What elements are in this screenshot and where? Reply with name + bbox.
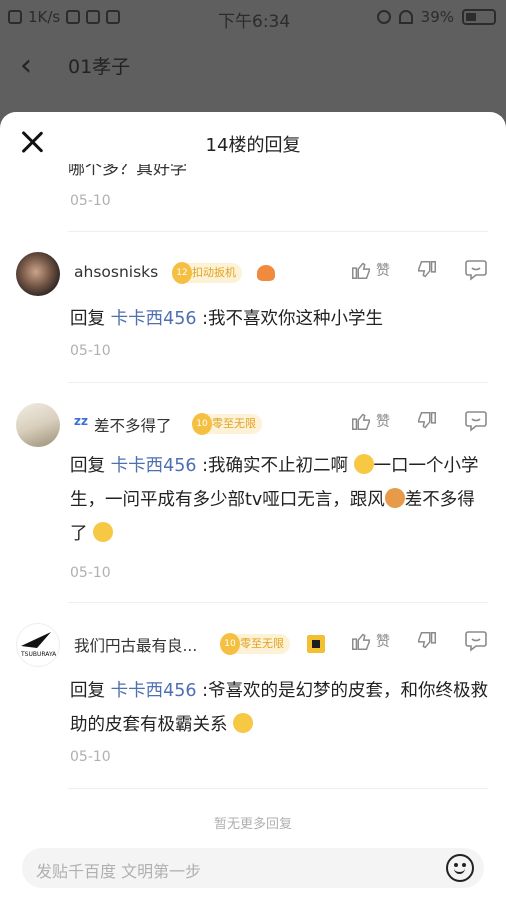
input-placeholder: 发贴千百度 文明第一步 — [36, 862, 202, 881]
dislike-button[interactable] — [416, 630, 438, 652]
level-number: 10 — [192, 413, 212, 435]
member-icon — [307, 635, 325, 653]
wifi-icon — [398, 10, 413, 24]
thumbs-up-icon — [352, 413, 370, 430]
comment-button[interactable] — [464, 630, 488, 652]
reply-date: 05-10 — [70, 749, 111, 765]
divider — [68, 382, 488, 383]
reply-text: :我确实不止初二啊 — [202, 456, 348, 476]
app-icon — [106, 10, 121, 24]
avatar[interactable] — [16, 252, 60, 296]
like-label: 赞 — [376, 414, 390, 430]
thumbs-down-icon — [418, 412, 436, 429]
like-label: 赞 — [376, 263, 390, 279]
reply-label: 回复 — [70, 456, 105, 476]
back-arrow-icon[interactable]: ‹ — [20, 48, 32, 83]
level-number: 10 — [220, 633, 240, 655]
status-time: 下午6:34 — [218, 12, 291, 32]
reply-item: ahsosnisks 12 扣动扳机 赞 回复 卡卡西456 :我不喜欢你这种小… — [0, 250, 506, 380]
thumbs-up-icon — [352, 633, 370, 650]
app-icon — [86, 10, 101, 24]
sleep-icon: zz — [74, 414, 88, 428]
emoji-picker-icon[interactable] — [446, 854, 474, 882]
comment-button[interactable] — [464, 410, 488, 432]
reply-label: 回复 — [70, 681, 105, 701]
member-icon — [257, 265, 275, 281]
reply-body: 回复 卡卡西456 :我确实不止初二啊 一口一个小学生，一问平成有多少部tv哑口… — [70, 449, 488, 551]
badge-title: 零至无限 — [240, 637, 284, 650]
partial-reply-text: 哪个多？真好学 — [68, 164, 187, 178]
thumbs-down-icon — [418, 261, 436, 278]
thumbs-up-icon — [352, 262, 370, 279]
page-title: 01孝子 — [68, 56, 131, 78]
username[interactable]: ahsosnisks — [74, 263, 158, 281]
reply-body: 回复 卡卡西456 :爷喜欢的是幻梦的皮套，和你终极救助的皮套有极霸关系 — [70, 674, 488, 742]
like-button[interactable]: 赞 — [350, 410, 390, 432]
dog-emoji-icon — [384, 488, 405, 508]
reply-label: 回复 — [70, 309, 105, 329]
comment-icon — [465, 411, 487, 432]
status-right: 39% — [376, 8, 496, 26]
page-header: ‹ 01孝子 — [0, 40, 506, 90]
like-label: 赞 — [376, 634, 390, 650]
badge-title: 扣动扳机 — [192, 266, 236, 279]
badge-title: 零至无限 — [212, 417, 256, 430]
username[interactable]: 我们円古最有良... — [74, 634, 197, 656]
divider — [68, 231, 488, 232]
grin-emoji-icon — [353, 454, 374, 474]
battery-percent: 39% — [420, 8, 454, 26]
app-icon — [66, 10, 81, 24]
battery-icon — [462, 9, 496, 25]
username[interactable]: 差不多得了 — [94, 414, 172, 436]
reply-sheet: 14楼的回复 哪个多？真好学 05-10 ahsosnisks 12 扣动扳机 … — [0, 112, 506, 900]
tsuburaya-logo-icon: TSUBURAYA — [20, 632, 57, 658]
level-badge: 10 零至无限 — [192, 413, 262, 435]
level-number: 12 — [172, 262, 192, 284]
avatar[interactable] — [16, 403, 60, 447]
avatar[interactable]: TSUBURAYA — [16, 623, 60, 667]
partial-reply-date: 05-10 — [70, 193, 111, 209]
reply-date: 05-10 — [70, 343, 111, 359]
reply-text: :我不喜欢你这种小学生 — [202, 309, 383, 329]
notification-icon — [8, 10, 22, 24]
divider — [68, 788, 488, 789]
level-badge: 12 扣动扳机 — [172, 262, 242, 284]
like-button[interactable]: 赞 — [350, 259, 390, 281]
mentioned-user[interactable]: 卡卡西456 — [111, 309, 197, 329]
mentioned-user[interactable]: 卡卡西456 — [111, 681, 197, 701]
status-left: 1K/s — [8, 8, 121, 26]
mentioned-user[interactable]: 卡卡西456 — [111, 456, 197, 476]
comment-icon — [465, 260, 487, 281]
svg-text:TSUBURAYA: TSUBURAYA — [20, 651, 57, 658]
thumbs-down-icon — [418, 632, 436, 649]
dislike-button[interactable] — [416, 410, 438, 432]
comment-icon — [465, 631, 487, 652]
comment-input[interactable]: 发贴千百度 文明第一步 — [22, 848, 484, 888]
divider — [68, 602, 488, 603]
thinking-emoji-icon — [233, 713, 254, 733]
network-speed: 1K/s — [28, 8, 61, 26]
alarm-icon — [376, 10, 391, 24]
level-badge: 10 零至无限 — [220, 633, 290, 655]
reply-actions: 赞 — [350, 259, 488, 281]
tongue-emoji-icon — [93, 522, 114, 542]
no-more-replies: 暂无更多回复 — [213, 817, 292, 832]
status-bar: 1K/s 下午6:34 39% — [0, 0, 506, 36]
reply-item: TSUBURAYA 我们円古最有良... 10 零至无限 赞 回复 卡卡西456… — [0, 621, 506, 791]
dislike-button[interactable] — [416, 259, 438, 281]
reply-actions: 赞 — [350, 630, 488, 652]
sheet-title: 14楼的回复 — [205, 135, 301, 156]
reply-actions: 赞 — [350, 410, 488, 432]
like-button[interactable]: 赞 — [350, 630, 390, 652]
reply-body: 回复 卡卡西456 :我不喜欢你这种小学生 — [70, 302, 488, 336]
reply-date: 05-10 — [70, 565, 111, 581]
reply-item: zz 差不多得了 10 零至无限 赞 回复 卡卡西456 :我确实不止初二啊 一… — [0, 401, 506, 601]
comment-button[interactable] — [464, 259, 488, 281]
